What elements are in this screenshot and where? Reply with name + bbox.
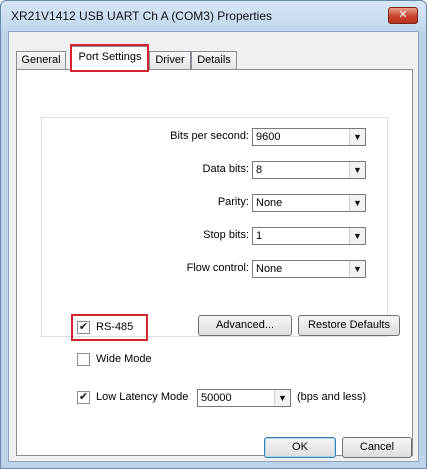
flow-control-label: Flow control: xyxy=(186,262,249,274)
low-latency-value: 50000 xyxy=(201,392,232,404)
low-latency-select[interactable]: 50000 ▼ xyxy=(197,389,291,407)
chevron-down-icon: ▼ xyxy=(274,390,290,406)
cancel-button-label: Cancel xyxy=(359,441,395,453)
parity-value: None xyxy=(256,197,283,209)
restore-defaults-label: Restore Defaults xyxy=(308,319,390,331)
chevron-down-icon: ▼ xyxy=(349,129,365,145)
chevron-down-icon: ▼ xyxy=(349,162,365,178)
tab-driver-label: Driver xyxy=(155,54,185,66)
window-title: XR21V1412 USB UART Ch A (COM3) Propertie… xyxy=(11,9,272,23)
chevron-down-icon: ▼ xyxy=(349,195,365,211)
close-button[interactable]: ✕ xyxy=(388,7,418,24)
data-bits-select[interactable]: 8 ▼ xyxy=(252,161,366,179)
ok-button-label: OK xyxy=(292,441,308,453)
ok-button[interactable]: OK xyxy=(264,437,336,458)
bits-per-second-value: 9600 xyxy=(256,131,281,143)
parity-label: Parity: xyxy=(217,196,249,208)
tab-details[interactable]: Details xyxy=(191,51,237,69)
flow-control-select[interactable]: None ▼ xyxy=(252,260,366,278)
stop-bits-label: Stop bits: xyxy=(203,229,249,241)
parity-select[interactable]: None ▼ xyxy=(252,194,366,212)
tab-general[interactable]: General xyxy=(16,51,66,69)
bits-per-second-label: Bits per second: xyxy=(170,130,249,142)
restore-defaults-button[interactable]: Restore Defaults xyxy=(298,315,400,336)
chevron-down-icon: ▼ xyxy=(349,228,365,244)
port-settings-panel: Bits per second: 9600 ▼ Data bits: 8 ▼ P… xyxy=(16,69,413,456)
low-latency-checkbox[interactable]: ✔ xyxy=(77,391,90,404)
cancel-button[interactable]: Cancel xyxy=(342,437,412,458)
data-bits-value: 8 xyxy=(256,164,263,176)
bits-per-second-select[interactable]: 9600 ▼ xyxy=(252,128,366,146)
stop-bits-value: 1 xyxy=(256,230,263,242)
stop-bits-select[interactable]: 1 ▼ xyxy=(252,227,366,245)
tab-details-label: Details xyxy=(197,54,231,66)
data-bits-label: Data bits: xyxy=(202,163,249,175)
low-latency-suffix: (bps and less) xyxy=(297,391,367,403)
advanced-button-label: Advanced... xyxy=(215,319,275,331)
advanced-button[interactable]: Advanced... xyxy=(198,315,292,336)
wide-mode-checkbox[interactable] xyxy=(77,353,90,366)
low-latency-label: Low Latency Mode xyxy=(96,391,189,403)
tab-general-label: General xyxy=(21,54,61,66)
properties-window: XR21V1412 USB UART Ch A (COM3) Propertie… xyxy=(0,0,427,469)
rs485-highlight-box xyxy=(71,314,148,341)
title-bar[interactable]: XR21V1412 USB UART Ch A (COM3) Propertie… xyxy=(1,1,426,31)
flow-control-value: None xyxy=(256,263,283,275)
wide-mode-label: Wide Mode xyxy=(96,353,152,365)
tab-driver[interactable]: Driver xyxy=(149,51,191,69)
dialog-client-area: General Port Settings Driver Details Bit… xyxy=(8,31,419,462)
check-icon: ✔ xyxy=(78,391,89,403)
chevron-down-icon: ▼ xyxy=(349,261,365,277)
close-icon: ✕ xyxy=(398,9,408,21)
tab-highlight-box xyxy=(70,44,149,72)
